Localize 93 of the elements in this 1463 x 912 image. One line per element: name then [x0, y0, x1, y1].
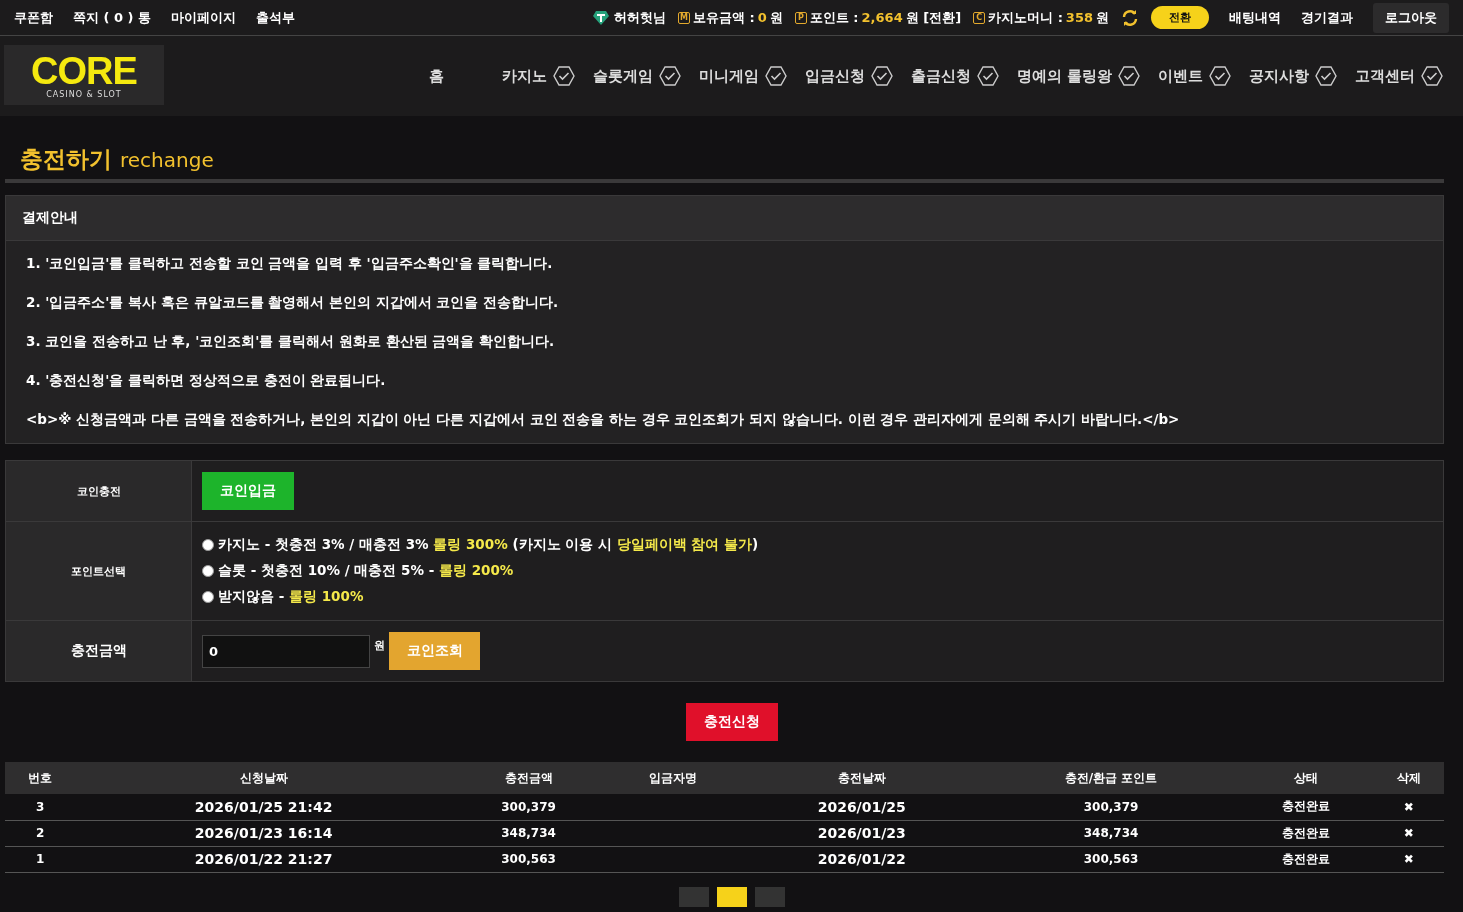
radio-button[interactable]	[202, 539, 214, 551]
guide-line: 1. '코인입금'를 클릭하고 전송할 코인 금액을 입력 후 '입금주소확인'을 클릭합니다.	[26, 255, 554, 273]
check-icon	[764, 65, 787, 87]
balance-label: 카지노머니 :	[988, 8, 1063, 27]
table-cell: 2026/01/22 21:27	[194, 851, 333, 867]
point-option[interactable]: 받지않음 - 롤링 100%	[218, 588, 364, 606]
top-link[interactable]: 쪽지 ( 0 ) 통	[73, 8, 152, 27]
form-label: 충전금액	[6, 621, 192, 681]
radio-button[interactable]	[202, 565, 214, 577]
balance-value: 358	[1065, 10, 1093, 25]
logout-button[interactable]: 로그아웃	[1373, 2, 1449, 33]
check-icon	[1315, 65, 1337, 87]
nav-item[interactable]: 출금신청	[910, 65, 999, 87]
guide-line: 3. 코인을 전송하고 난 후, '코인조회'를 클릭해서 원화로 환산된 금액을 확인합니다.	[26, 333, 556, 351]
top-link[interactable]: 배팅내역	[1229, 8, 1281, 27]
logo[interactable]: CORE CASINO & SLOT	[4, 45, 164, 105]
table-cell: 충전완료	[1282, 851, 1331, 866]
refresh-icon[interactable]	[1121, 8, 1139, 27]
nav-item[interactable]: 이벤트	[1158, 65, 1231, 87]
check-icon	[1118, 65, 1140, 87]
guide-line: 4. '충전신청'을 클릭하면 정상적으로 충전이 완료됩니다.	[26, 372, 387, 390]
table-cell: 300,563	[501, 852, 556, 866]
amount-field[interactable]: 0	[202, 634, 370, 668]
delete-icon[interactable]: ✖	[1403, 799, 1414, 814]
check-icon	[658, 65, 681, 87]
column-header: 입금자명	[605, 762, 741, 794]
page-button[interactable]	[716, 886, 747, 907]
top-link[interactable]: 출석부	[256, 8, 296, 27]
nav-item[interactable]: 미니게임	[698, 65, 787, 87]
table-cell: 2026/01/22	[817, 851, 906, 867]
radio-button[interactable]	[202, 591, 214, 603]
table-cell: 충전완료	[1282, 799, 1331, 814]
table-cell: 1	[35, 852, 45, 866]
nav-item[interactable]: 공지사항	[1249, 65, 1337, 87]
table-cell: 2026/01/25	[817, 798, 906, 815]
table-cell: 348,734	[501, 826, 556, 840]
balance-badge: M	[678, 11, 691, 24]
delete-icon[interactable]: ✖	[1403, 826, 1414, 840]
table-cell: 2	[35, 826, 45, 840]
column-header: 충전날짜	[740, 762, 984, 794]
point-option[interactable]: 카지노 - 첫충전 3% / 매충전 3% 롤링 300% (카지노 이용 시 당일페이백 참여 불가)	[218, 536, 759, 554]
balance-unit: 원	[769, 8, 783, 27]
check-icon	[976, 65, 999, 87]
balance-label: 포인트 :	[809, 8, 859, 27]
nav-item[interactable]: 고객센터	[1355, 65, 1443, 87]
balance-value: 2,664	[861, 10, 903, 25]
column-header: 신청날짜	[75, 762, 453, 794]
table-cell: 2026/01/23 16:14	[194, 825, 333, 841]
check-icon	[552, 65, 575, 87]
nav-item[interactable]: 홈	[428, 66, 444, 86]
balance-unit: 원	[1096, 8, 1109, 27]
top-link[interactable]: 경기결과	[1301, 8, 1353, 27]
top-link[interactable]: 쿠폰함	[14, 8, 53, 27]
tether-icon	[592, 9, 611, 26]
nav-item[interactable]: 카지노	[501, 65, 575, 87]
table-cell: 300,379	[1083, 799, 1139, 814]
nav-item[interactable]: 명예의 롤링왕	[1016, 65, 1140, 87]
balance-badge: P	[794, 11, 807, 24]
page-subtitle: rechange	[120, 148, 214, 172]
column-header: 번호	[5, 762, 76, 794]
top-link[interactable]: 마이페이지	[171, 8, 237, 27]
balance-value: 0	[757, 10, 767, 25]
guide-line: <b>※ 신청금액과 다른 금액을 전송하거나, 본인의 지갑이 아닌 다른 지갑에서 코인 전송을 하는 경우 코인조회가 되지 않습니다. 이런 경우 관리자에게 문의해 주시기 바랍니다.</b>	[26, 411, 1181, 429]
user-name: 허허헛님	[614, 8, 667, 27]
balance-unit: 원 [전환]	[905, 8, 962, 27]
form-label: 코인충전	[6, 461, 192, 521]
table-cell: 348,734	[1083, 826, 1139, 840]
form-label: 포인트선택	[6, 522, 192, 620]
check-icon	[870, 65, 893, 87]
table-cell: 3	[35, 799, 45, 814]
balance-label: 보유금액 :	[693, 8, 755, 27]
column-header: 충전금액	[452, 762, 606, 794]
column-header: 삭제	[1373, 762, 1444, 794]
column-header: 상태	[1238, 762, 1374, 794]
guide-line: 2. '입금주소'를 복사 혹은 큐알코드를 촬영해서 본인의 지갑에서 코인을 전송합니다.	[26, 294, 560, 312]
balance-badge: C	[973, 11, 986, 24]
convert-button[interactable]: 전환	[1151, 6, 1209, 29]
table-cell: 300,563	[1083, 852, 1139, 866]
point-option[interactable]: 슬롯 - 첫충전 10% / 매충전 5% - 롤링 200%	[218, 562, 514, 580]
table-cell: 300,379	[501, 799, 556, 814]
submit-button[interactable]: 충전신청	[685, 703, 778, 741]
guide-title: 결제안내	[6, 196, 1443, 241]
check-icon	[1209, 65, 1231, 87]
nav-item[interactable]: 슬롯게임	[592, 65, 681, 87]
nav-item[interactable]: 입금신청	[804, 65, 893, 87]
delete-icon[interactable]: ✖	[1403, 852, 1414, 866]
page-title: 충전하기	[20, 145, 112, 174]
table-cell: 2026/01/25 21:42	[194, 798, 333, 815]
table-cell: 충전완료	[1282, 825, 1331, 840]
amount-unit: 원	[374, 638, 385, 653]
check-icon	[1421, 65, 1443, 87]
table-cell: 2026/01/23	[817, 825, 906, 841]
column-header: 충전/환급 포인트	[983, 762, 1239, 794]
